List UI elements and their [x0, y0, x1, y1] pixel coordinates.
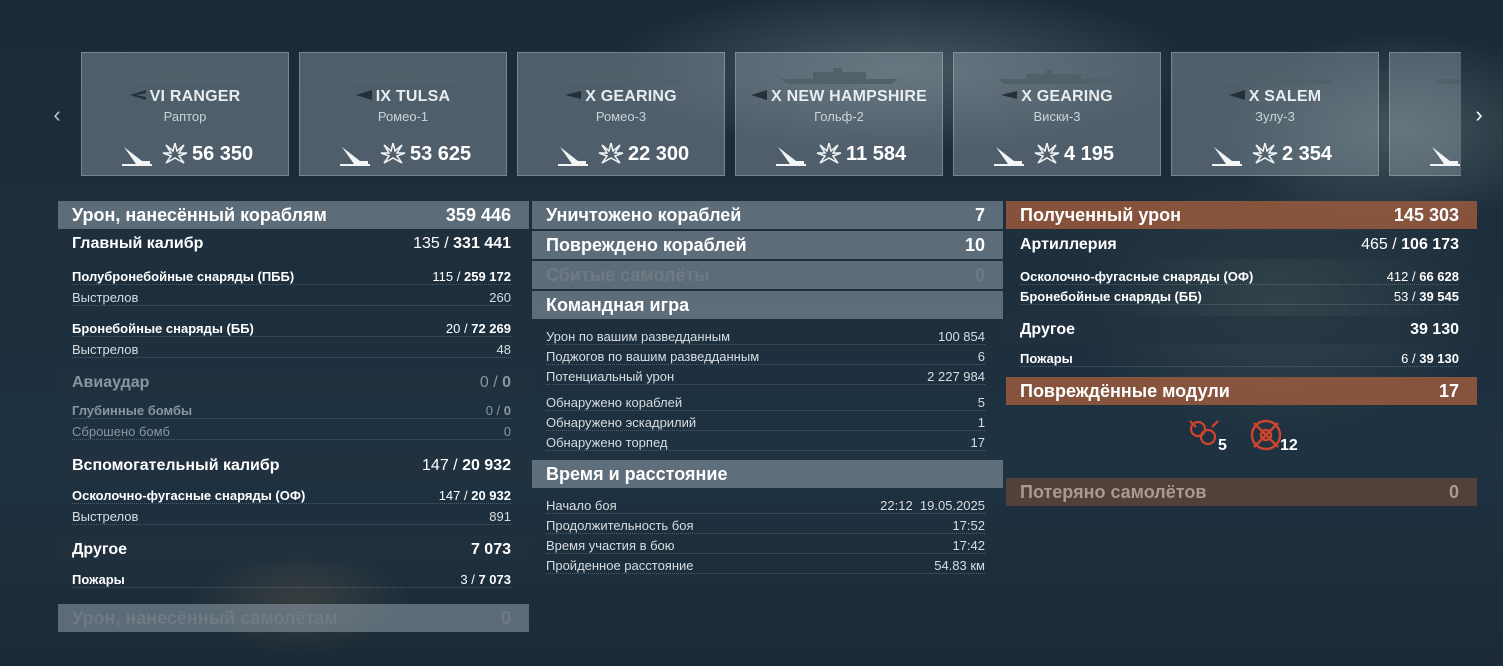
player-name: Раптор	[163, 109, 207, 124]
team-play-header: Командная игра	[532, 291, 1003, 319]
cruiser-class-icon	[1228, 90, 1245, 100]
ap-shells-row: Полубронебойные снаряды (ПББ) 115 / 259 1…	[72, 269, 511, 285]
ship-name: VI RANGER	[82, 88, 288, 106]
sunk-ship-icon	[558, 147, 588, 166]
ship-silhouette-icon	[1216, 69, 1334, 84]
sunk-ship-icon	[1212, 147, 1242, 166]
time-stat-row: Начало боя 22:12 19.05.2025	[546, 498, 985, 514]
damaged-ships-carousel: VI RANGER Раптор 56 350 IX TULSA Ромео-1…	[81, 52, 1461, 176]
planes-lost-header: Потеряно самолётов 0	[1006, 478, 1477, 506]
damage-explosion-icon	[816, 142, 842, 164]
damage-explosion-icon	[380, 142, 406, 164]
ship-damage-value: 11 584	[846, 143, 907, 165]
damaged-modules-icons: 5 12	[1006, 405, 1477, 465]
ship-name: X GEARING	[518, 88, 724, 106]
turret-module-icon	[1189, 420, 1219, 446]
ship-card[interactable]: VI RANGER Раптор 56 350	[81, 52, 289, 176]
team-stat-row: Обнаружено кораблей 5	[546, 395, 985, 411]
carousel-next-arrow[interactable]: ›	[1470, 102, 1488, 128]
depth-charges-row: Глубинные бомбы 0 / 0	[72, 403, 511, 419]
ship-silhouette-icon	[562, 70, 680, 84]
ship-card[interactable]: X SALEM Зулу-3 2 354	[1171, 52, 1379, 176]
ship-card[interactable]: X GEARING Виски-3 4 195	[953, 52, 1161, 176]
ship-card[interactable]: X GEARING Ромео-3 22 300	[517, 52, 725, 176]
damage-explosion-icon	[598, 142, 624, 164]
player-name: Виски-3	[1033, 109, 1081, 124]
he-shots-row: Выстрелов 891	[72, 509, 511, 525]
sunk-ship-icon	[776, 147, 806, 166]
damage-explosion-icon	[162, 142, 188, 164]
artillery-section: Артиллерия 465 / 106 173	[1006, 231, 1477, 259]
ship-silhouette-icon	[998, 70, 1116, 84]
received-ap-row: Бронебойные снаряды (ББ) 53 / 39 545	[1020, 289, 1459, 305]
sunk-ship-icon	[340, 147, 370, 166]
player-name: Ромео-3	[595, 109, 647, 124]
destroyer-class-icon	[565, 91, 582, 99]
cruiser-class-icon	[355, 90, 372, 100]
other-section: Другое 7 073	[58, 536, 529, 564]
player-name: Ромео-1	[377, 109, 429, 124]
received-damage-header: Полученный урон 145 303	[1006, 201, 1477, 229]
ship-name: X SALEM	[1172, 88, 1378, 106]
planes-shot-header: Сбитые самолёты 0	[532, 261, 1003, 289]
sunk-ship-icon	[994, 147, 1024, 166]
received-fires-row: Пожары 6 / 39 130	[1020, 351, 1459, 367]
ship-damage-header: Урон, нанесённый кораблям 359 446	[58, 201, 529, 229]
ship-silhouette-icon	[780, 68, 898, 84]
ship-silhouette-icon	[126, 70, 244, 84]
ship-silhouette-icon	[1434, 79, 1461, 84]
apb-shots-row: Выстрелов 48	[72, 342, 511, 358]
ship-damage-value: 56 350	[192, 143, 254, 165]
ship-card-partial[interactable]	[1389, 52, 1461, 176]
damage-explosion-icon	[1252, 142, 1278, 164]
damage-explosion-icon	[1034, 142, 1060, 164]
team-stats-column: Уничтожено кораблей 7 Повреждено кораблей…	[532, 201, 1003, 577]
team-stat-row: Урон по вашим разведданным 100 854	[546, 329, 985, 345]
destroyed-ships-header: Уничтожено кораблей 7	[532, 201, 1003, 229]
team-stat-row: Обнаружено торпед 17	[546, 435, 985, 451]
ship-damage-value: 22 300	[628, 143, 690, 165]
team-stat-row: Потенциальный урон 2 227 984	[546, 369, 985, 385]
ship-name: IX TULSA	[300, 88, 506, 106]
carrier-class-icon	[129, 90, 146, 100]
ship-silhouette-icon	[344, 69, 462, 84]
destroyer-class-icon	[1001, 91, 1018, 99]
ship-damage-value: 53 625	[410, 143, 472, 165]
team-stat-row: Обнаружено эскадрилий 1	[546, 415, 985, 431]
player-name: Зулу-3	[1255, 109, 1295, 124]
sunk-ship-icon	[122, 147, 152, 166]
dealt-damage-column: Урон, нанесённый кораблям 359 446 Главный…	[58, 201, 529, 632]
player-name: Гольф-2	[814, 109, 864, 124]
time-stat-row: Время участия в бою 17:42	[546, 538, 985, 554]
turret-module-count: 5	[1218, 437, 1227, 454]
ship-name: X GEARING	[954, 88, 1160, 106]
ship-card[interactable]: IX TULSA Ромео-1 53 625	[299, 52, 507, 176]
carousel-prev-arrow[interactable]: ‹	[48, 102, 66, 128]
received-other-section: Другое 39 130	[1006, 316, 1477, 344]
apb-shells-row: Бронебойные снаряды (ББ) 20 / 72 269	[72, 321, 511, 337]
damaged-modules-header: Повреждённые модули 17	[1006, 377, 1477, 405]
bombs-dropped-row: Сброшено бомб 0	[72, 424, 511, 440]
battleship-class-icon	[751, 90, 768, 100]
damaged-ships-header: Повреждено кораблей 10	[532, 231, 1003, 259]
ship-name: X NEW HAMPSHIRE	[736, 88, 942, 106]
secondary-caliber-section: Вспомогательный калибр 147 / 20 932	[58, 452, 529, 480]
ship-damage-value: 2 354	[1282, 143, 1333, 165]
time-stat-row: Пройденное расстояние 54.83 км	[546, 558, 985, 574]
ap-shots-row: Выстрелов 260	[72, 290, 511, 306]
team-stat-row: Поджогов по вашим разведданным 6	[546, 349, 985, 365]
received-he-row: Осколочно-фугасные снаряды (ОФ) 412 / 66 …	[1020, 269, 1459, 285]
time-stat-row: Продолжительность боя 17:52	[546, 518, 985, 534]
received-damage-column: Полученный урон 145 303 Артиллерия 465 / 1…	[1006, 201, 1477, 506]
aircraft-damage-header: Урон, нанесённый самолётам 0	[58, 604, 529, 632]
steering-module-count: 12	[1280, 437, 1298, 454]
ship-card[interactable]: X NEW HAMPSHIRE Гольф-2 11 584	[735, 52, 943, 176]
fires-row: Пожары 3 / 7 073	[72, 572, 511, 588]
sunk-ship-icon	[1430, 147, 1460, 166]
he-shells-row: Осколочно-фугасные снаряды (ОФ) 147 / 20 …	[72, 488, 511, 504]
ship-damage-value: 4 195	[1064, 143, 1115, 165]
main-caliber-section: Главный калибр 135 / 331 441	[58, 230, 529, 258]
airstrike-section: Авиаудар 0 / 0	[58, 369, 529, 397]
time-distance-header: Время и расстояние	[532, 460, 1003, 488]
